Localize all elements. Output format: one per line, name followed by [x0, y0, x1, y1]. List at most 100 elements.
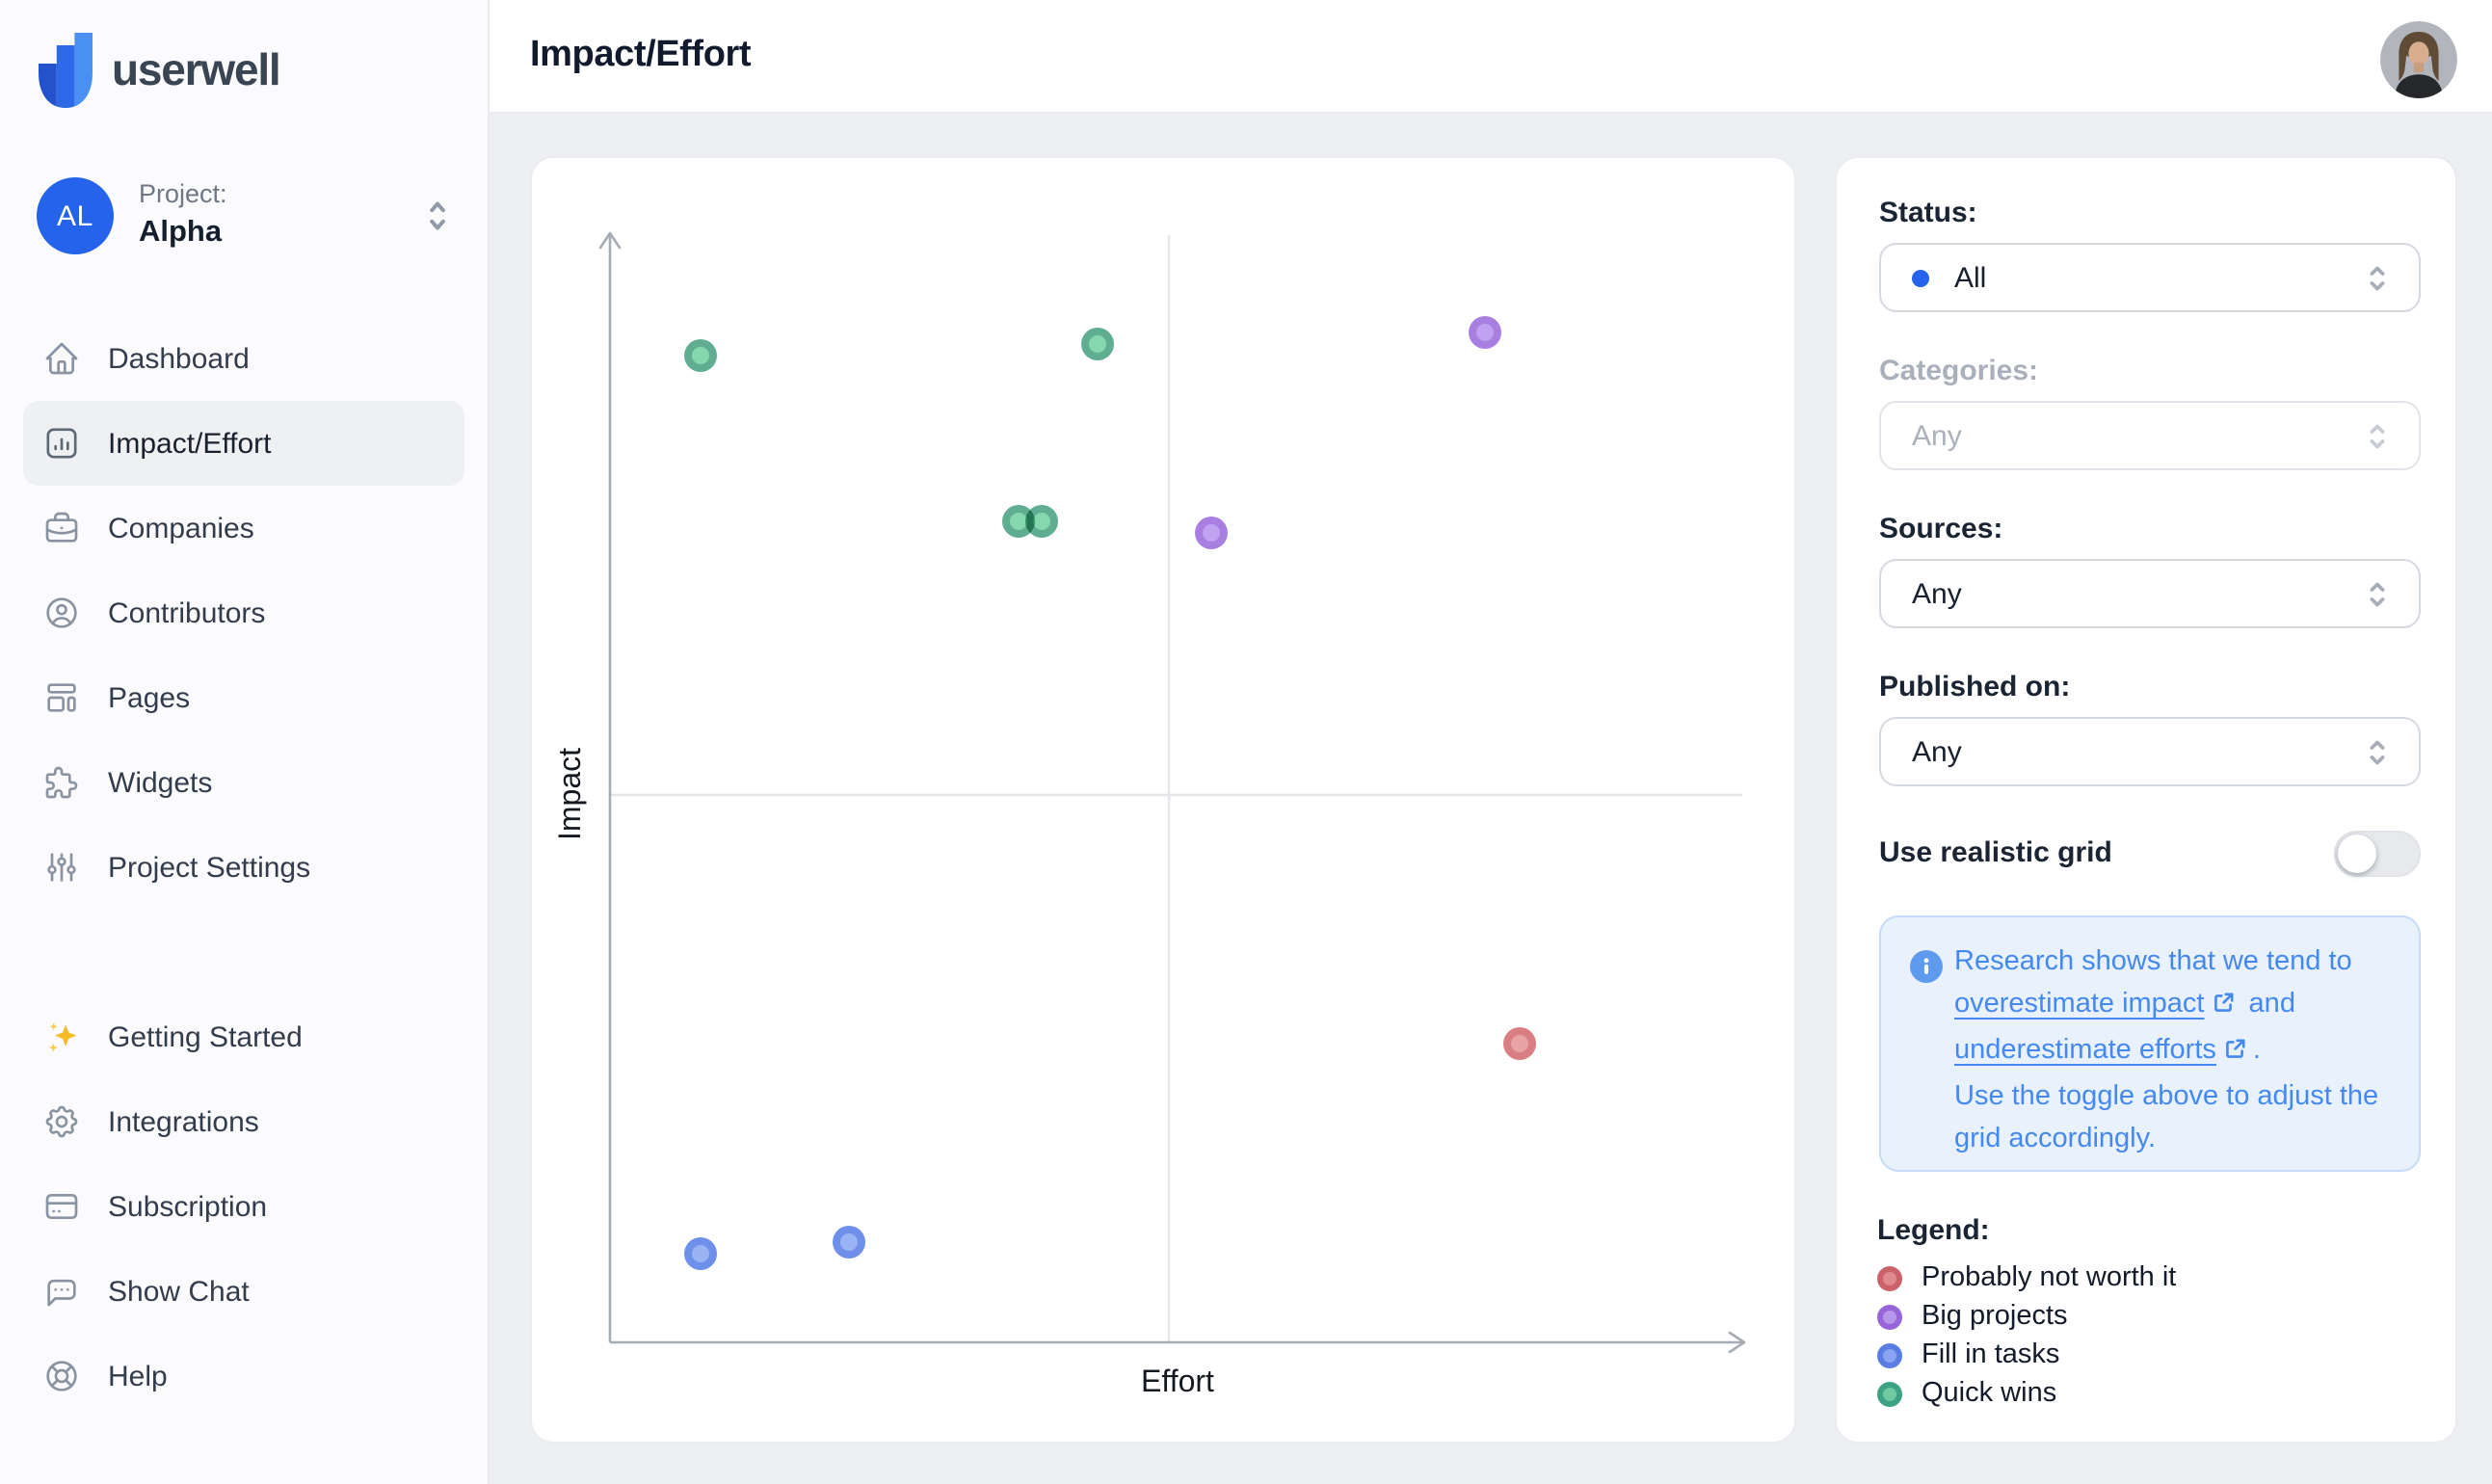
sidebar-item-label: Companies: [108, 512, 254, 544]
status-dot: [1912, 269, 1929, 286]
status-label: Status:: [1879, 197, 1977, 229]
legend-label: Fill in tasks: [1922, 1339, 2059, 1370]
chat-bubble-icon: [42, 1272, 81, 1311]
sidebar-item-label: Help: [108, 1360, 168, 1392]
home-icon: [42, 339, 81, 378]
sliders-icon: [42, 848, 81, 887]
sidebar-item-getting-started[interactable]: Getting Started: [23, 994, 464, 1079]
info-text-segment: and: [2241, 989, 2295, 1020]
chevron-updown-icon: [2361, 417, 2394, 454]
impact-effort-chart: Impact Effort: [530, 156, 1796, 1444]
categories-select: Any: [1879, 401, 2421, 470]
sidebar-item-subscription[interactable]: Subscription: [23, 1164, 464, 1249]
legend-item: Quick wins: [1877, 1374, 2425, 1413]
sources-value: Any: [1912, 577, 1962, 610]
sidebar-item-label: Show Chat: [108, 1275, 250, 1308]
sources-label: Sources:: [1879, 513, 2002, 545]
legend-label: Big projects: [1922, 1301, 2068, 1332]
legend-label: Probably not worth it: [1922, 1262, 2176, 1293]
chart-point-core: [1510, 1034, 1527, 1051]
sidebar-item-contributors[interactable]: Contributors: [23, 570, 464, 655]
project-avatar: AL: [37, 177, 114, 254]
chevron-updown-icon: [2361, 575, 2394, 612]
sidebar-item-label: Project Settings: [108, 851, 310, 884]
chart-point[interactable]: [1502, 1026, 1535, 1059]
legend-dot: [1877, 1342, 1902, 1367]
chart-axes: [532, 158, 1798, 1445]
info-link[interactable]: underestimate efforts: [1954, 1035, 2216, 1066]
legend-item: Fill in tasks: [1877, 1336, 2425, 1374]
published-on-select[interactable]: Any: [1879, 717, 2421, 786]
brand-name: userwell: [112, 44, 280, 96]
status-value: All: [1954, 261, 1986, 294]
project-label: Project:: [139, 179, 227, 208]
briefcase-icon: [42, 509, 81, 547]
puzzle-icon: [42, 763, 81, 802]
chevron-updown-icon: [2361, 733, 2394, 770]
gear-icon: [42, 1102, 81, 1141]
y-axis-label: Impact: [555, 748, 590, 840]
toggle-knob: [2338, 835, 2376, 873]
sidebar-item-label: Pages: [108, 681, 190, 714]
sidebar-item-label: Dashboard: [108, 342, 250, 375]
project-selector[interactable]: AL Project: Alpha: [37, 177, 453, 256]
info-box: Research shows that we tend to overestim…: [1879, 915, 2421, 1172]
legend-dot: [1877, 1304, 1902, 1329]
chart-point-core: [1476, 325, 1494, 342]
chart-point-core: [1033, 513, 1050, 530]
chart-point-core: [1090, 335, 1107, 353]
published-on-label: Published on:: [1879, 671, 2070, 703]
chart-point[interactable]: [833, 1226, 865, 1259]
info-text: Research shows that we tend to overestim…: [1954, 941, 2401, 1160]
info-text-segment: Research shows that we tend to: [1954, 946, 2352, 977]
brand-logo[interactable]: userwell: [39, 33, 280, 108]
legend-title: Legend:: [1877, 1214, 1990, 1247]
legend-item: Probably not worth it: [1877, 1259, 2425, 1297]
external-link-icon: [2222, 1033, 2247, 1075]
sparkles-icon: [42, 1018, 81, 1056]
credit-card-icon: [42, 1187, 81, 1226]
legend-label: Quick wins: [1922, 1378, 2056, 1409]
user-circle-icon: [42, 594, 81, 632]
sidebar-item-label: Getting Started: [108, 1020, 303, 1053]
x-axis-label: Effort: [1141, 1366, 1214, 1401]
chart-point-core: [840, 1233, 858, 1251]
legend-list: Probably not worth it Big projects Fill in…: [1877, 1259, 2425, 1413]
sidebar-item-widgets[interactable]: Widgets: [23, 740, 464, 825]
chart-point[interactable]: [1025, 505, 1058, 538]
chart-point[interactable]: [684, 1237, 717, 1270]
sidebar-nav-secondary: Getting Started Integrations Subscriptio…: [23, 994, 464, 1418]
status-select[interactable]: All: [1879, 243, 2421, 312]
info-link[interactable]: overestimate impact: [1954, 989, 2205, 1020]
page-title: Impact/Effort: [530, 35, 751, 77]
published-on-value: Any: [1912, 735, 1962, 768]
sidebar-item-label: Widgets: [108, 766, 212, 799]
user-avatar[interactable]: [2380, 21, 2457, 98]
chart-point[interactable]: [684, 339, 717, 372]
sidebar-item-dashboard[interactable]: Dashboard: [23, 316, 464, 401]
sidebar-item-integrations[interactable]: Integrations: [23, 1079, 464, 1164]
sidebar-item-companies[interactable]: Companies: [23, 486, 464, 570]
chart-point-core: [692, 1245, 709, 1262]
sidebar: userwell AL Project: Alpha Dashboard: [0, 0, 490, 1484]
chart-point-core: [692, 347, 709, 364]
sidebar-item-help[interactable]: Help: [23, 1334, 464, 1418]
sidebar-item-show-chat[interactable]: Show Chat: [23, 1249, 464, 1334]
chevron-updown-icon: [2361, 259, 2394, 296]
sidebar-item-impact-effort[interactable]: Impact/Effort: [23, 401, 464, 486]
legend-dot: [1877, 1381, 1902, 1406]
categories-label: Categories:: [1879, 355, 2038, 387]
legend-dot: [1877, 1265, 1902, 1290]
realistic-grid-label: Use realistic grid: [1879, 836, 2112, 869]
legend-item: Big projects: [1877, 1297, 2425, 1336]
layout-icon: [42, 678, 81, 717]
sidebar-item-label: Contributors: [108, 596, 265, 629]
userwell-logo-icon: [39, 33, 93, 108]
info-text-segment: Use the toggle above to adjust the grid …: [1954, 1081, 2378, 1154]
sidebar-item-pages[interactable]: Pages: [23, 655, 464, 740]
sources-select[interactable]: Any: [1879, 559, 2421, 628]
sidebar-item-project-settings[interactable]: Project Settings: [23, 825, 464, 910]
project-name: Alpha: [139, 216, 222, 251]
chart-point-core: [1204, 524, 1221, 542]
realistic-grid-toggle[interactable]: [2334, 831, 2421, 877]
